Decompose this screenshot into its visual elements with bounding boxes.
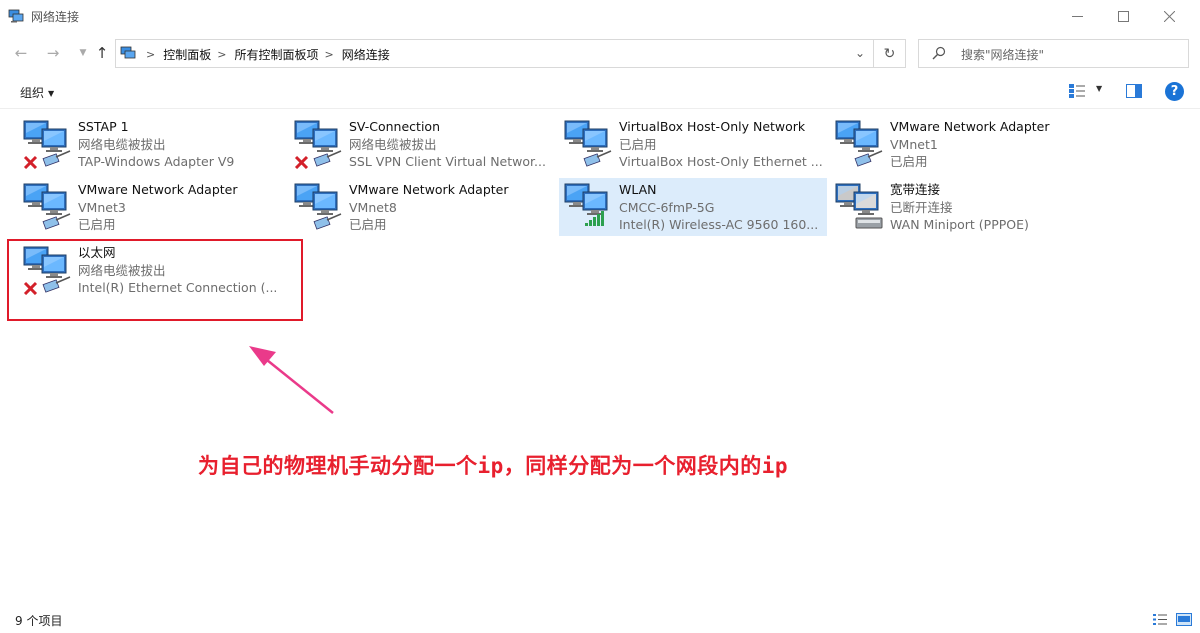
control-panel-icon	[120, 46, 136, 59]
connection-device: VirtualBox Host-Only Ethernet ...	[619, 154, 823, 169]
connection-device: TAP-Windows Adapter V9	[78, 154, 235, 169]
arrow-left-icon: ←	[14, 44, 28, 62]
connection-device: 已启用	[890, 154, 928, 169]
connection-name: VirtualBox Host-Only Network	[619, 119, 806, 134]
up-button[interactable]: ↑	[91, 42, 113, 64]
connection-device: 已启用	[78, 217, 116, 232]
connection-status: 网络电缆被拔出	[78, 136, 166, 152]
connection-text: SSTAP 1 网络电缆被拔出 TAP-Windows Adapter V9	[78, 118, 283, 171]
connection-status: VMnet1	[890, 136, 938, 152]
connection-item[interactable]: SSTAP 1 网络电缆被拔出 TAP-Windows Adapter V9	[18, 115, 286, 173]
connection-text: VMware Network Adapter VMnet1 已启用	[890, 118, 1095, 171]
forward-button[interactable]: →	[42, 42, 64, 64]
network-adapter-icon	[834, 182, 886, 232]
connection-device: Intel(R) Wireless-AC 9560 160...	[619, 217, 819, 232]
connection-name: VMware Network Adapter	[349, 182, 509, 197]
arrow-right-icon: →	[46, 44, 60, 62]
network-adapter-icon	[293, 182, 345, 232]
connection-status: CMCC-6fmP-5G	[619, 199, 715, 215]
network-adapter-icon	[22, 119, 74, 170]
item-count: 9 个项目	[15, 614, 63, 628]
command-bar: 组织 ▼ ▼	[0, 73, 1200, 109]
connection-name: VMware Network Adapter	[890, 119, 1050, 134]
status-bar: 9 个项目	[0, 606, 1200, 633]
connection-status: 已断开连接	[890, 199, 953, 215]
connection-item[interactable]: 宽带连接已断开连接 WAN Miniport (PPPOE)	[830, 178, 1098, 236]
close-button[interactable]	[1146, 0, 1192, 33]
connection-text: VMware Network Adapter VMnet8 已启用	[349, 181, 554, 234]
address-bar[interactable]: > 控制面板 > 所有控制面板项 > 网络连接 ⌄	[115, 39, 874, 68]
chevron-right-icon: >	[146, 48, 156, 61]
breadcrumb-all-items[interactable]: 所有控制面板项	[234, 46, 318, 63]
connection-name: SV-Connection	[349, 119, 440, 134]
back-button[interactable]: ←	[10, 42, 32, 64]
connection-text: WLAN CMCC-6fmP-5G Intel(R) Wireless-AC 956…	[619, 181, 824, 234]
connection-item[interactable]: VMware Network Adapter VMnet8 已启用	[289, 178, 557, 236]
chevron-right-icon[interactable]: >	[217, 48, 226, 61]
search-box[interactable]: 搜索"网络连接"	[918, 39, 1189, 68]
maximize-button[interactable]	[1100, 0, 1146, 33]
network-adapter-icon	[834, 119, 886, 169]
breadcrumb-network-connections[interactable]: 网络连接	[342, 46, 390, 63]
connection-text: SV-Connection 网络电缆被拔出 SSL VPN Client Virtu…	[349, 118, 554, 171]
details-view-icon[interactable]	[1152, 613, 1168, 626]
help-icon: ?	[1170, 84, 1179, 99]
connection-item[interactable]: VirtualBox Host-Only Network 已启用 VirtualBo…	[559, 115, 827, 173]
connection-name: SSTAP 1	[78, 119, 129, 134]
connection-status: 网络电缆被拔出	[349, 136, 437, 152]
refresh-icon: ↻	[883, 45, 896, 62]
navigation-bar: ← → ▼ ↑ > 控制面板 > 所有控制面板项 > 网络连接 ⌄ ↻ 搜索"网…	[0, 33, 1200, 73]
connection-status: 已启用	[619, 136, 657, 152]
connection-text: VirtualBox Host-Only Network 已启用 VirtualBo…	[619, 118, 824, 171]
view-options-dropdown-icon[interactable]: ▼	[1096, 84, 1102, 93]
connection-name: VMware Network Adapter	[78, 182, 238, 197]
chevron-right-icon[interactable]: >	[324, 48, 333, 61]
connection-status: VMnet3	[78, 199, 126, 215]
connection-item[interactable]: WLAN CMCC-6fmP-5G Intel(R) Wireless-AC 956…	[559, 178, 827, 236]
network-connections-icon	[8, 9, 24, 23]
annotation-highlight-box	[7, 239, 303, 321]
maximize-icon	[1117, 11, 1129, 22]
title-bar: 网络连接	[0, 0, 1200, 33]
connection-status: VMnet8	[349, 199, 397, 215]
change-view-icon[interactable]	[1068, 83, 1086, 99]
chevron-down-icon: ▼	[79, 48, 87, 58]
preview-pane-icon[interactable]	[1126, 84, 1142, 98]
connection-name: WLAN	[619, 182, 657, 197]
connection-device: SSL VPN Client Virtual Networ...	[349, 154, 546, 169]
close-icon	[1163, 11, 1175, 22]
connection-item[interactable]: SV-Connection 网络电缆被拔出 SSL VPN Client Virtu…	[289, 115, 557, 173]
tiles-view-icon[interactable]	[1176, 613, 1192, 626]
connection-name: 宽带连接	[890, 182, 941, 197]
breadcrumb-control-panel[interactable]: 控制面板	[163, 46, 211, 63]
window-title: 网络连接	[31, 10, 80, 24]
connection-item[interactable]: VMware Network Adapter VMnet1 已启用	[830, 115, 1098, 173]
minimize-icon	[1071, 16, 1083, 17]
organize-button[interactable]: 组织 ▼	[20, 84, 54, 101]
network-adapter-icon	[563, 182, 615, 232]
refresh-button[interactable]: ↻	[874, 39, 906, 68]
arrow-up-icon: ↑	[95, 44, 109, 62]
caret-down-icon: ▼	[48, 89, 55, 98]
search-input[interactable]: 搜索"网络连接"	[961, 46, 1044, 63]
red-x-icon	[23, 155, 38, 170]
organize-label: 组织	[20, 86, 45, 100]
address-dropdown-icon[interactable]: ⌄	[855, 46, 865, 60]
search-icon	[932, 46, 946, 60]
network-adapter-icon	[563, 119, 615, 169]
network-adapter-icon	[22, 182, 74, 232]
network-adapter-icon	[293, 119, 345, 170]
annotation-text: 为自己的物理机手动分配一个ip，同样分配为一个网段内的ip	[198, 454, 789, 478]
connection-device: WAN Miniport (PPPOE)	[890, 217, 1029, 232]
connection-device: 已启用	[349, 217, 387, 232]
connection-text: 宽带连接已断开连接 WAN Miniport (PPPOE)	[890, 181, 1095, 234]
breadcrumb: > 控制面板 > 所有控制面板项 > 网络连接	[142, 46, 390, 63]
red-x-icon	[294, 155, 309, 170]
connection-item[interactable]: VMware Network Adapter VMnet3 已启用	[18, 178, 286, 236]
connection-text: VMware Network Adapter VMnet3 已启用	[78, 181, 283, 234]
help-button[interactable]: ?	[1165, 82, 1184, 101]
minimize-button[interactable]	[1054, 0, 1100, 33]
